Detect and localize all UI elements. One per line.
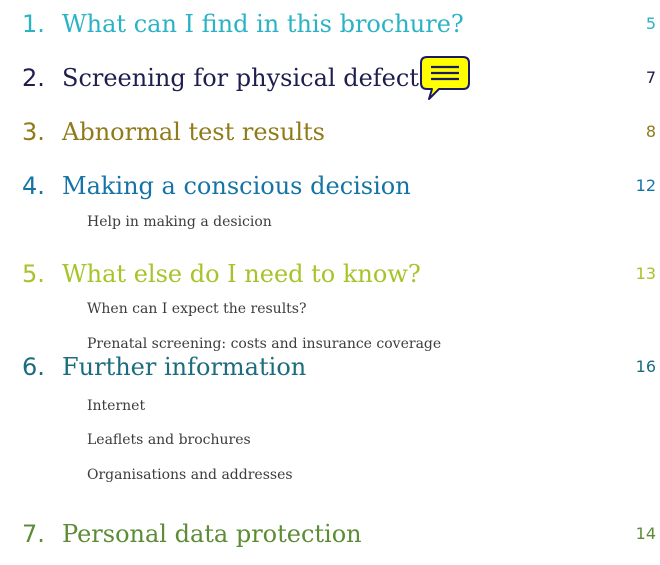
toc-entry-page: 7 xyxy=(645,68,656,87)
toc-entry-page: 13 xyxy=(635,264,656,283)
toc-entry-title[interactable]: Further information xyxy=(62,347,306,387)
toc-entry-number: 3. xyxy=(22,118,45,146)
toc-entry-5[interactable]: 5. What else do I need to know? 13 xyxy=(0,254,660,294)
toc-entry-number: 5. xyxy=(22,260,45,288)
toc-subitem[interactable]: Internet xyxy=(87,396,145,416)
toc-entry-number: 4. xyxy=(22,172,45,200)
toc-subitem[interactable]: Leaflets and brochures xyxy=(87,430,251,450)
toc-entry-number: 6. xyxy=(22,353,45,381)
toc-entry-title[interactable]: What else do I need to know? xyxy=(62,254,421,294)
toc-entry-page: 5 xyxy=(645,14,656,33)
toc-entry-title[interactable]: Personal data protection xyxy=(62,514,362,554)
toc-entry-number: 1. xyxy=(22,10,45,38)
toc-entry-title[interactable]: Abnormal test results xyxy=(62,112,325,152)
toc-entry-page: 12 xyxy=(635,176,656,195)
toc-entry-3[interactable]: 3. Abnormal test results 8 xyxy=(0,112,660,152)
speech-bubble-note-icon[interactable] xyxy=(419,55,471,101)
toc-entry-2[interactable]: 2. Screening for physical defects 7 xyxy=(0,58,660,98)
toc-subitem[interactable]: When can I expect the results? xyxy=(87,299,307,319)
toc-entry-number: 7. xyxy=(22,520,45,548)
toc-entry-number: 2. xyxy=(22,64,45,92)
toc-subitem[interactable]: Organisations and addresses xyxy=(87,465,293,485)
toc-entry-7[interactable]: 7. Personal data protection 14 xyxy=(0,514,660,554)
toc-subitem[interactable]: Help in making a desicion xyxy=(87,212,272,232)
toc-entry-6[interactable]: 6. Further information 16 xyxy=(0,347,660,387)
toc-entry-page: 14 xyxy=(635,524,656,543)
toc-entry-title[interactable]: Screening for physical defects xyxy=(62,58,431,98)
toc-entry-title[interactable]: What can I find in this brochure? xyxy=(62,4,464,44)
toc-entry-page: 16 xyxy=(635,357,656,376)
toc-entry-page: 8 xyxy=(645,122,656,141)
toc-entry-1[interactable]: 1. What can I find in this brochure? 5 xyxy=(0,4,660,44)
toc-entry-title[interactable]: Making a conscious decision xyxy=(62,166,411,206)
toc-entry-4[interactable]: 4. Making a conscious decision 12 xyxy=(0,166,660,206)
